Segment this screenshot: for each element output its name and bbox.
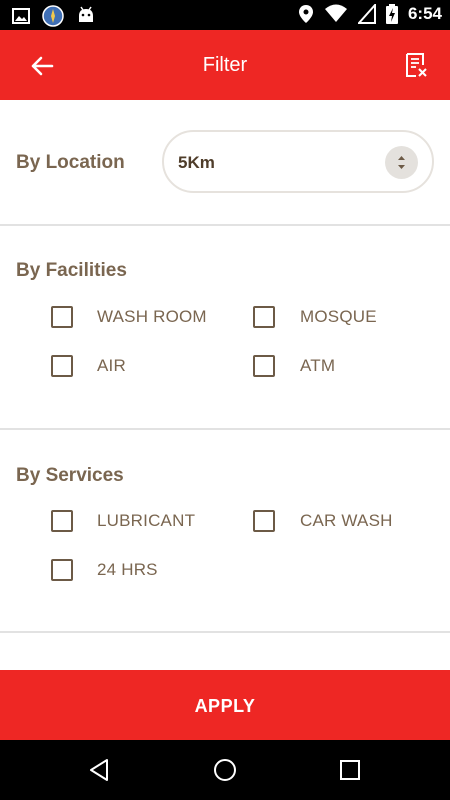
checkbox-label-car-wash: CAR WASH (300, 511, 393, 530)
recents-square-icon[interactable] (337, 757, 363, 783)
android-icon (79, 6, 93, 22)
home-circle-icon[interactable] (212, 757, 238, 783)
page-title: Filter (202, 54, 248, 76)
location-section-title: By Location (16, 152, 125, 173)
checkbox-24-hrs[interactable] (51, 559, 73, 581)
checkbox-label-lubricant: LUBRICANT (97, 511, 196, 530)
checkbox-mosque[interactable] (253, 306, 275, 328)
image-icon (12, 8, 30, 24)
location-icon (298, 5, 313, 23)
checkbox-label-wash-room: WASH ROOM (97, 307, 207, 326)
app-bar: Filter (0, 30, 450, 100)
divider (0, 428, 450, 430)
compass-icon (42, 5, 64, 27)
location-selected-value: 5Km (178, 153, 215, 172)
status-time: 6:54 (407, 4, 442, 23)
checkbox-label-atm: ATM (300, 356, 336, 375)
checkbox-label-air: AIR (97, 356, 126, 375)
checkbox-label-24-hrs: 24 HRS (97, 560, 158, 579)
checkbox-label-mosque: MOSQUE (300, 307, 377, 326)
signal-icon (357, 4, 376, 24)
location-select[interactable]: 5Km (162, 130, 434, 193)
spinner-arrows-icon (385, 146, 418, 179)
wifi-icon (324, 4, 347, 22)
back-triangle-icon[interactable] (87, 757, 113, 783)
battery-charging-icon (385, 4, 398, 24)
divider (0, 631, 450, 633)
services-section-title: By Services (16, 465, 124, 486)
status-bar: 6:54 (0, 0, 450, 30)
divider (0, 224, 450, 226)
apply-button[interactable]: APPLY (0, 670, 450, 740)
checkbox-wash-room[interactable] (51, 306, 73, 328)
checkbox-air[interactable] (51, 355, 73, 377)
facilities-section-title: By Facilities (16, 260, 127, 281)
system-nav-bar (0, 740, 450, 800)
checkbox-lubricant[interactable] (51, 510, 73, 532)
clear-filter-icon[interactable] (402, 51, 430, 79)
checkbox-atm[interactable] (253, 355, 275, 377)
checkbox-car-wash[interactable] (253, 510, 275, 532)
